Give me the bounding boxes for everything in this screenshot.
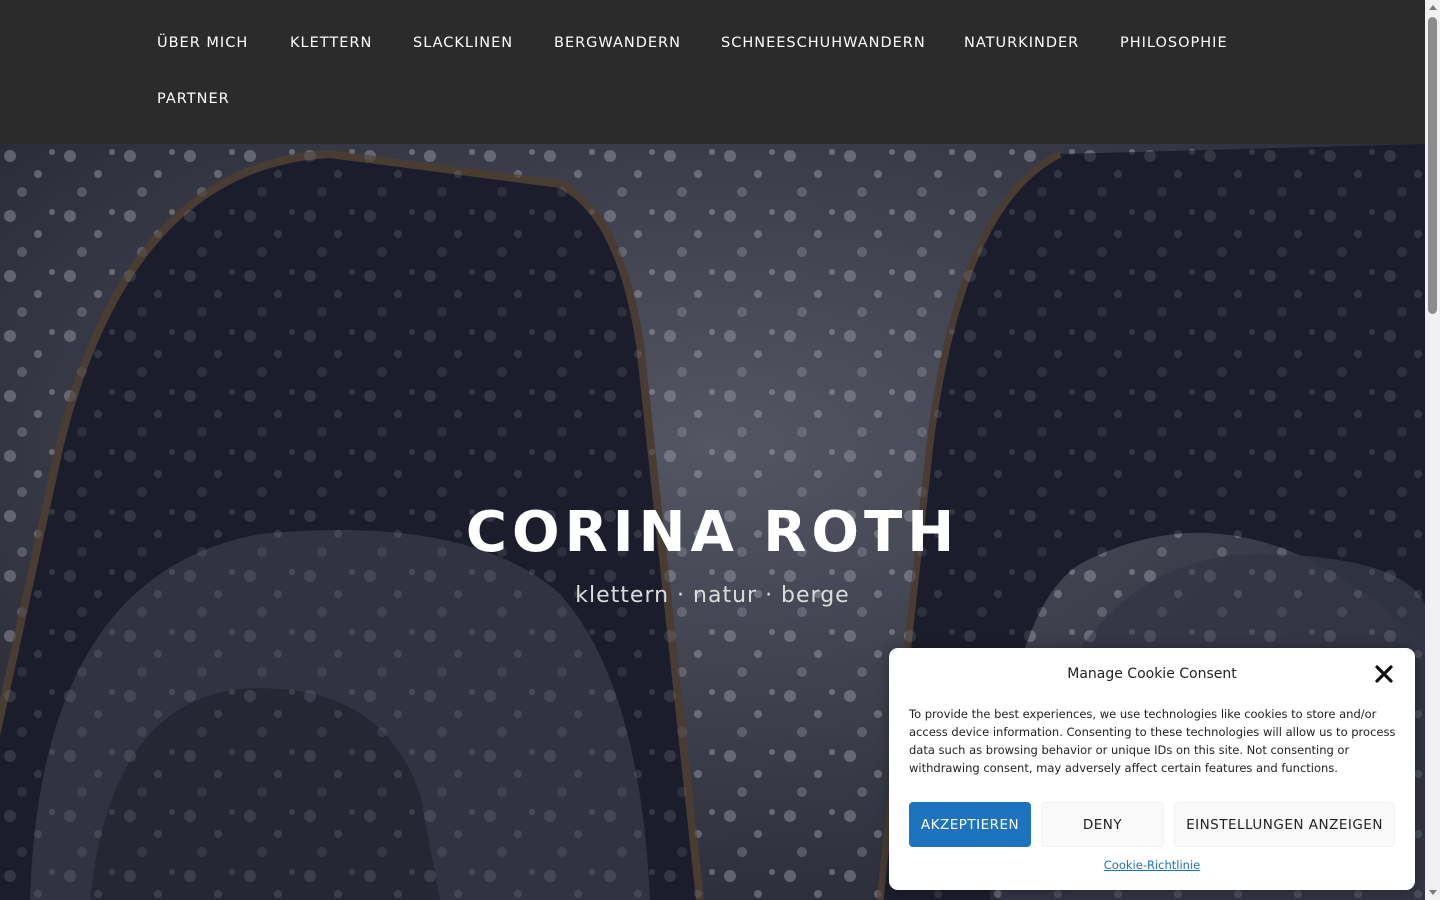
accept-cookies-button[interactable]: AKZEPTIEREN [909,802,1031,847]
nav-item-philosophie[interactable]: PHILOSOPHIE [1120,35,1228,51]
nav-item-slacklinen[interactable]: SLACKLINEN [413,35,513,51]
page-scrollbar[interactable] [1425,0,1440,900]
cookie-consent-dialog: Manage Cookie Consent To provide the bes… [889,648,1415,890]
scroll-down-arrow-icon[interactable] [1429,890,1437,895]
nav-item-bergwandern[interactable]: BERGWANDERN [554,35,681,51]
cookie-policy-link[interactable]: Cookie-Richtlinie [889,858,1415,872]
site-tagline: klettern · natur · berge [575,583,850,608]
site-title[interactable]: CORINA ROTH [0,500,1425,565]
nav-item-naturkinder[interactable]: NATURKINDER [964,35,1079,51]
cookie-dialog-text: To provide the best experiences, we use … [909,707,1396,775]
nav-item-klettern[interactable]: KLETTERN [290,35,372,51]
main-navigation: ÜBER MICH KLETTERN SLACKLINEN BERGWANDER… [0,0,1425,144]
scroll-thumb[interactable] [1428,17,1437,314]
close-icon[interactable] [1372,662,1396,686]
nav-item-schneeschuhwandern[interactable]: SCHNEESCHUHWANDERN [721,35,926,51]
cookie-dialog-title: Manage Cookie Consent [1067,666,1237,682]
view-preferences-button[interactable]: EINSTELLUNGEN ANZEIGEN [1174,802,1395,847]
nav-item-ueber-mich[interactable]: ÜBER MICH [157,35,248,51]
deny-cookies-button[interactable]: DENY [1041,802,1164,847]
scroll-up-arrow-icon[interactable] [1429,5,1437,10]
nav-item-partner[interactable]: PARTNER [157,91,230,107]
